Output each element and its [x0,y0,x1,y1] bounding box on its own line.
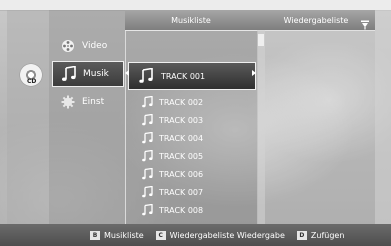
source-label: CD [27,78,37,85]
b-key-icon: B [90,230,100,240]
scrollbar[interactable] [257,30,265,224]
menu-item-einst[interactable]: Einst [52,90,122,114]
scrollbar-thumb[interactable] [258,34,264,46]
footer-bar: B Musikliste C Wiedergabeliste Wiedergab… [0,224,391,246]
menu-item-label: Video [82,41,108,51]
music-note-icon [140,149,154,163]
music-note-icon [140,131,154,145]
menu-item-label: Musik [83,69,109,79]
playlist-header: Wiedergabeliste [257,10,375,31]
d-key-icon: D [296,230,307,240]
footer-hint-zufuegen[interactable]: D Zufügen [296,230,345,240]
music-note-icon [140,113,154,127]
music-player-screen: CD Video Musik Einst Musikliste Wiederga… [0,0,391,246]
left-arrow-icon [125,70,129,76]
menu-item-musik[interactable]: Musik [52,61,124,87]
playlist-panel [265,30,375,224]
music-list-header: Musikliste [125,10,257,31]
footer-hint-wiedergabeliste[interactable]: C Wiedergabeliste Wiedergabe [155,230,285,240]
track-item-selected[interactable]: TRACK 001 [128,62,256,90]
right-arrow-icon [252,70,256,76]
music-note-icon [140,95,154,109]
music-note-icon [137,67,155,85]
track-label: TRACK 008 [159,205,204,215]
track-item[interactable]: TRACK 007 [140,183,203,201]
music-note-icon [140,167,154,181]
right-edge-panel [375,10,391,224]
footer-hint-label: Musikliste [104,230,144,240]
footer-hint-label: Wiedergabeliste Wiedergabe [169,230,285,240]
gear-icon [60,94,76,110]
track-label: TRACK 007 [159,187,204,197]
track-label: TRACK 002 [159,97,204,107]
track-item[interactable]: TRACK 006 [140,165,203,183]
film-reel-icon [60,38,76,54]
track-label: TRACK 001 [161,71,206,81]
music-note-icon [140,185,154,199]
track-label: TRACK 006 [159,169,204,179]
source-panel [7,10,49,224]
track-item[interactable]: TRACK 003 [140,111,203,129]
track-item[interactable]: TRACK 004 [140,129,203,147]
track-item[interactable]: TRACK 002 [140,93,203,111]
music-note-icon [61,66,77,82]
footer-hint-label: Zufügen [310,230,345,240]
c-key-icon: C [155,230,166,240]
music-note-icon [140,203,154,217]
track-label: TRACK 005 [159,151,204,161]
footer-hint-musikliste[interactable]: B Musikliste [90,230,144,240]
track-label: TRACK 004 [159,133,204,143]
track-item[interactable]: TRACK 005 [140,147,203,165]
track-item[interactable]: TRACK 008 [140,201,203,219]
track-label: TRACK 003 [159,115,204,125]
menu-item-label: Einst [82,97,105,107]
menu-item-video[interactable]: Video [52,34,122,58]
